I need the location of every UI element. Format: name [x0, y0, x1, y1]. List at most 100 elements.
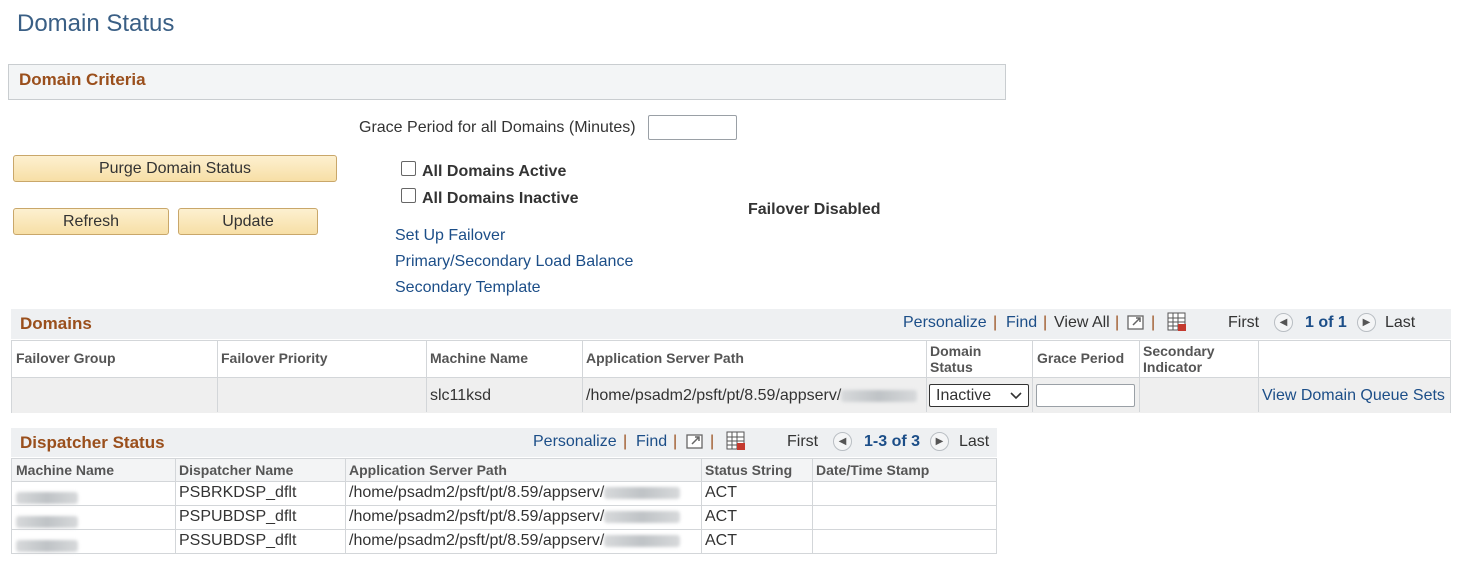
- view-domain-queue-sets-link[interactable]: View Domain Queue Sets: [1262, 387, 1445, 405]
- hdr-domain-status-line2[interactable]: Status: [930, 359, 973, 375]
- hdr-machine-name[interactable]: Machine Name: [16, 462, 114, 478]
- table-row-app-server-path-text: /home/psadm2/psft/pt/8.59/appserv/: [349, 484, 605, 501]
- separator: |: [1151, 314, 1156, 331]
- table-row-app-server-path: /home/psadm2/psft/pt/8.59/appserv/: [349, 532, 681, 550]
- hdr-secondary-line2[interactable]: Indicator: [1143, 359, 1202, 375]
- column-divider: [217, 341, 218, 412]
- domain-criteria-header: Domain Criteria: [8, 64, 1006, 100]
- redacted-text: [604, 534, 681, 547]
- domains-title: Domains: [20, 314, 92, 333]
- dispatcher-page-info: 1-3 of 3: [864, 433, 921, 450]
- dispatcher-prev-icon[interactable]: ◀: [833, 432, 852, 451]
- redacted-text: [604, 486, 681, 499]
- redacted-text: [16, 491, 78, 504]
- column-divider: [426, 341, 427, 412]
- grace-period-row-input[interactable]: [1036, 384, 1135, 407]
- domain-status-value: Inactive: [936, 386, 992, 404]
- domains-find-link[interactable]: Find: [1006, 314, 1037, 332]
- hdr-failover-priority[interactable]: Failover Priority: [221, 350, 328, 366]
- domains-prev-icon[interactable]: ◀: [1274, 313, 1293, 332]
- dispatcher-next-icon[interactable]: ▶: [930, 432, 949, 451]
- dispatcher-last-label: Last: [959, 433, 990, 450]
- refresh-button[interactable]: Refresh: [13, 208, 169, 235]
- dispatcher-personalize-link[interactable]: Personalize: [533, 433, 617, 451]
- zoom-grid-icon[interactable]: [685, 431, 705, 451]
- hdr-app-server-path[interactable]: Application Server Path: [349, 462, 507, 478]
- domains-next-icon[interactable]: ▶: [1357, 313, 1376, 332]
- separator: |: [1043, 314, 1048, 331]
- page-title: Domain Status: [17, 10, 175, 37]
- row-divider: [12, 505, 996, 506]
- purge-domain-status-button[interactable]: Purge Domain Status: [13, 155, 337, 182]
- redacted-text: [841, 389, 918, 402]
- row-divider: [12, 481, 996, 482]
- table-row-app-server-path: /home/psadm2/psft/pt/8.59/appserv/: [349, 484, 681, 502]
- separator: |: [710, 433, 715, 450]
- row-app-server-path-text: /home/psadm2/psft/pt/8.59/appserv/: [586, 387, 842, 404]
- table-row-machine-name: [16, 489, 78, 507]
- separator: |: [623, 433, 628, 450]
- hdr-grace-period[interactable]: Grace Period: [1037, 350, 1124, 366]
- table-row-app-server-path: /home/psadm2/psft/pt/8.59/appserv/: [349, 508, 681, 526]
- hdr-secondary-line1[interactable]: Secondary: [1143, 343, 1215, 359]
- chevron-down-icon: [1010, 387, 1022, 405]
- separator: |: [1115, 314, 1120, 331]
- column-divider: [175, 459, 176, 553]
- row-divider: [12, 529, 996, 530]
- redacted-text: [604, 510, 681, 523]
- download-excel-icon[interactable]: [725, 430, 747, 452]
- grace-period-input[interactable]: [648, 115, 737, 140]
- domains-first-label: First: [1228, 314, 1260, 331]
- row-app-server-path: /home/psadm2/psft/pt/8.59/appserv/: [586, 387, 918, 405]
- column-divider: [812, 459, 813, 553]
- table-row-dispatcher-name: PSSUBDSP_dflt: [179, 532, 297, 549]
- secondary-template-link[interactable]: Secondary Template: [395, 279, 541, 297]
- all-domains-active-label: All Domains Active: [422, 163, 567, 180]
- all-domains-inactive-label: All Domains Inactive: [422, 190, 579, 207]
- set-up-failover-link[interactable]: Set Up Failover: [395, 227, 505, 245]
- zoom-grid-icon[interactable]: [1126, 312, 1146, 332]
- domains-personalize-link[interactable]: Personalize: [903, 314, 987, 332]
- table-row-status-string: ACT: [705, 508, 737, 525]
- hdr-dispatcher-name[interactable]: Dispatcher Name: [179, 462, 293, 478]
- table-row-app-server-path-text: /home/psadm2/psft/pt/8.59/appserv/: [349, 532, 605, 549]
- domains-page-info: 1 of 1: [1305, 314, 1347, 331]
- dispatcher-first-label: First: [787, 433, 819, 450]
- domain-status-select[interactable]: Inactive: [929, 384, 1029, 407]
- hdr-domain-status-line1[interactable]: Domain: [930, 343, 981, 359]
- hdr-machine-name[interactable]: Machine Name: [430, 350, 528, 366]
- column-divider: [1258, 341, 1259, 412]
- table-row-machine-name: [16, 513, 78, 531]
- update-button[interactable]: Update: [178, 208, 318, 235]
- hdr-datetime[interactable]: Date/Time Stamp: [816, 462, 929, 478]
- hdr-app-server-path[interactable]: Application Server Path: [586, 350, 744, 366]
- domains-view-all[interactable]: View All: [1054, 314, 1110, 332]
- table-row-dispatcher-name: PSBRKDSP_dflt: [179, 484, 297, 501]
- all-domains-active-checkbox[interactable]: [401, 161, 416, 176]
- domains-last-label: Last: [1385, 314, 1416, 331]
- dispatcher-find-link[interactable]: Find: [636, 433, 667, 451]
- table-row-app-server-path-text: /home/psadm2/psft/pt/8.59/appserv/: [349, 508, 605, 525]
- grace-period-label: Grace Period for all Domains (Minutes): [359, 119, 636, 136]
- failover-status: Failover Disabled: [748, 201, 881, 218]
- column-divider: [345, 459, 346, 553]
- redacted-text: [16, 515, 78, 528]
- load-balance-link[interactable]: Primary/Secondary Load Balance: [395, 253, 633, 271]
- column-divider: [1032, 341, 1033, 412]
- table-row-machine-name: [16, 537, 78, 555]
- table-row-status-string: ACT: [705, 484, 737, 501]
- row-machine-name: slc11ksd: [430, 387, 492, 404]
- separator: |: [673, 433, 678, 450]
- separator: |: [993, 314, 998, 331]
- hdr-failover-group[interactable]: Failover Group: [16, 350, 116, 366]
- redacted-text: [16, 539, 78, 552]
- table-row-dispatcher-name: PSPUBDSP_dflt: [179, 508, 297, 525]
- hdr-status-string[interactable]: Status String: [705, 462, 792, 478]
- column-divider: [582, 341, 583, 412]
- all-domains-inactive-checkbox[interactable]: [401, 188, 416, 203]
- table-row-status-string: ACT: [705, 532, 737, 549]
- download-excel-icon[interactable]: [1166, 311, 1188, 333]
- dispatcher-title: Dispatcher Status: [20, 433, 165, 452]
- column-divider: [926, 341, 927, 412]
- column-divider: [1139, 341, 1140, 412]
